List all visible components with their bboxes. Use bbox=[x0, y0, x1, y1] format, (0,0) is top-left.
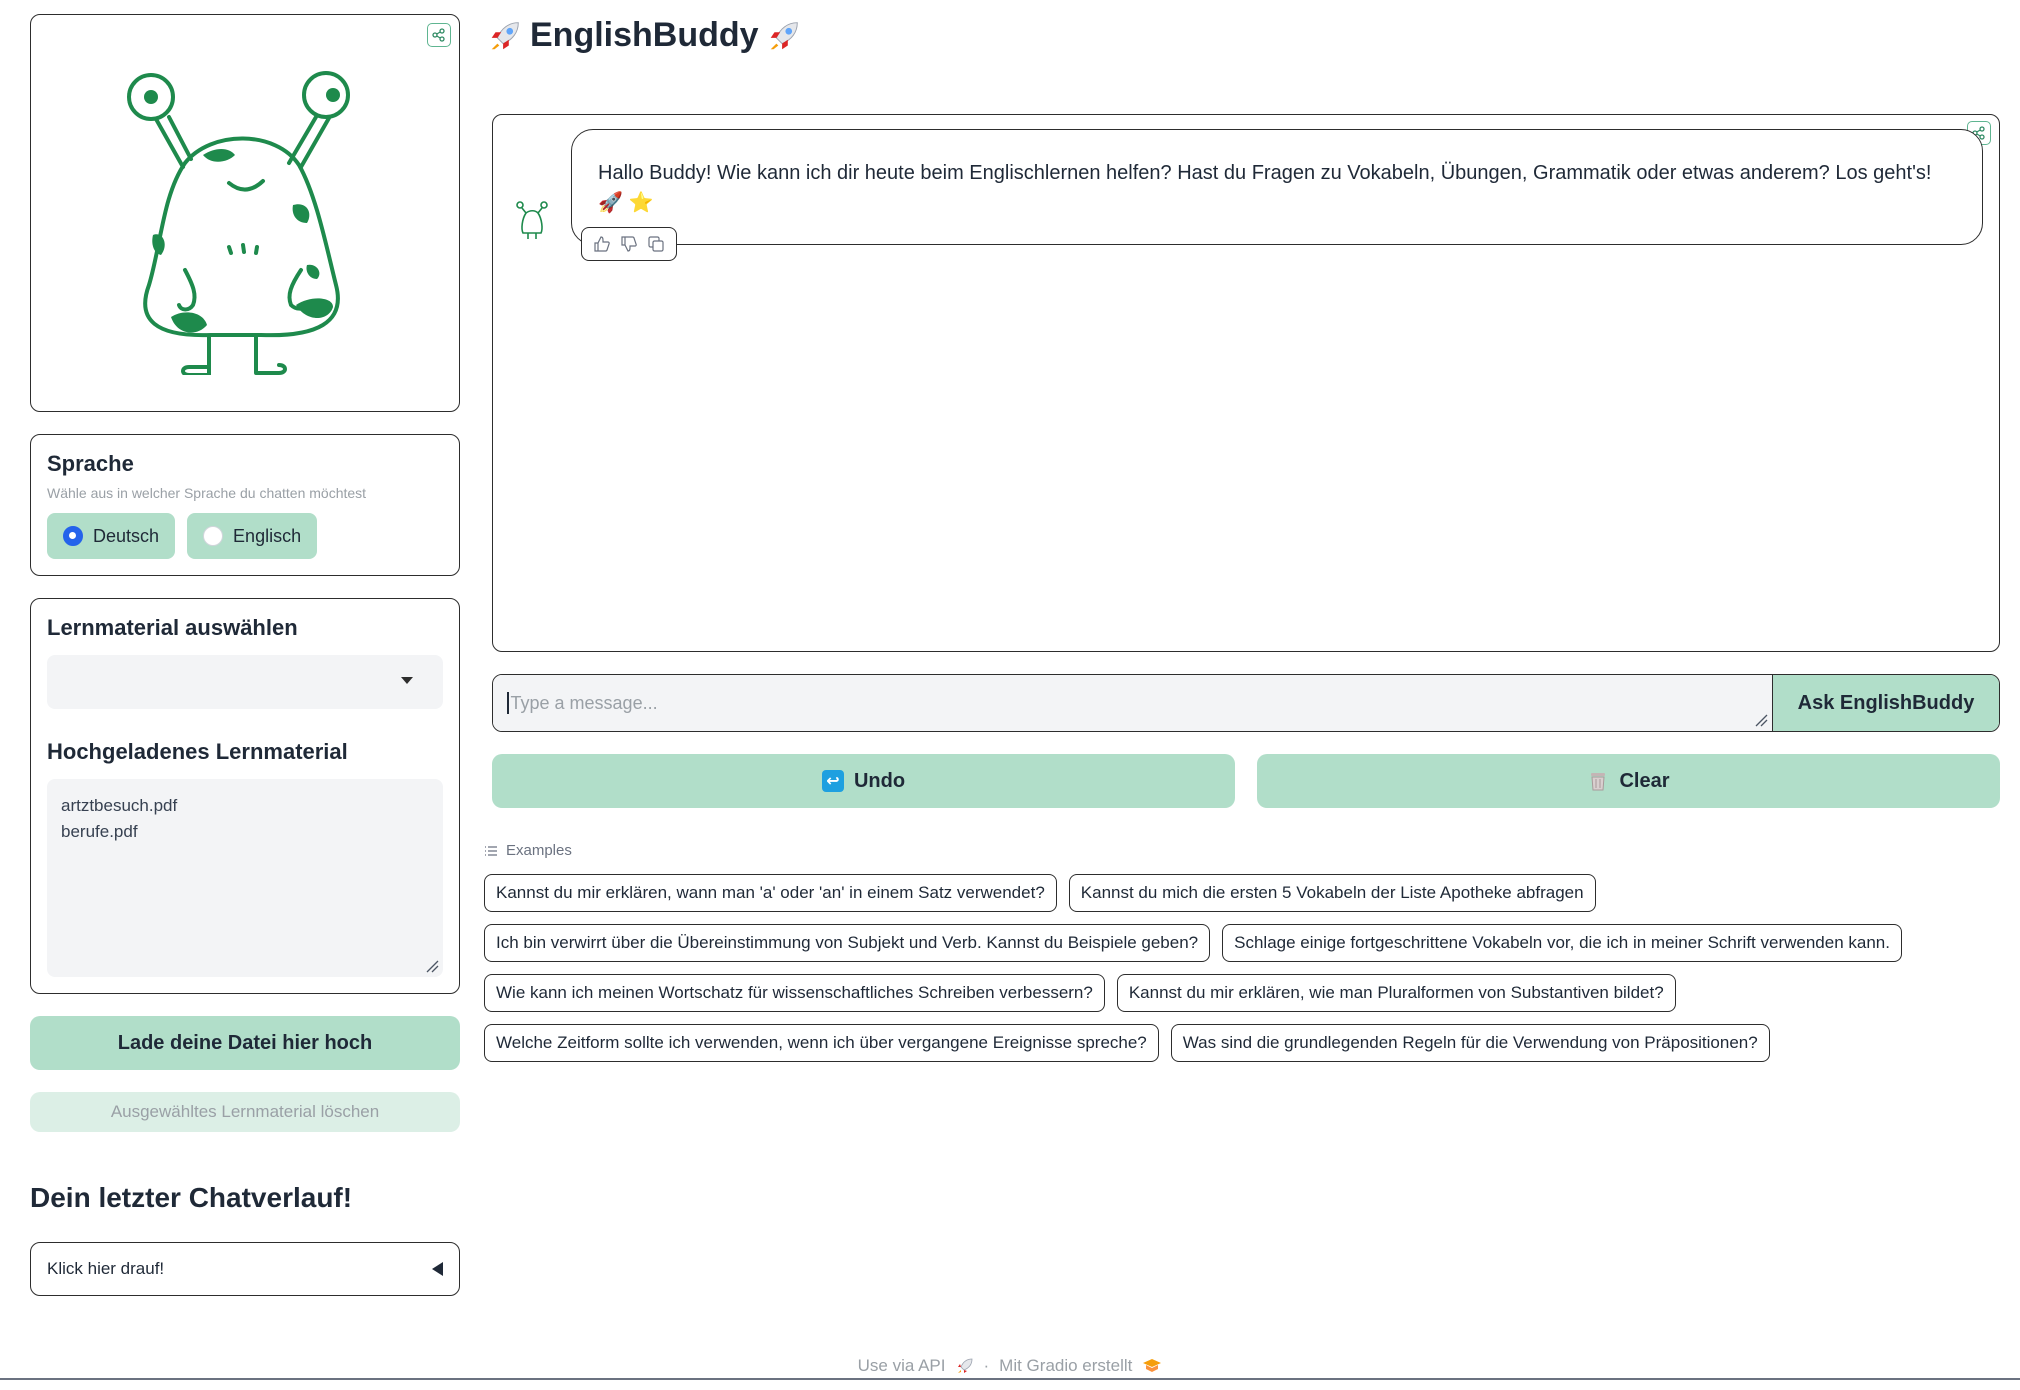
message-actions bbox=[581, 227, 677, 261]
ask-button[interactable]: Ask EnglishBuddy bbox=[1772, 675, 1999, 731]
radio-checked-icon[interactable] bbox=[63, 526, 83, 546]
text-cursor bbox=[507, 692, 509, 714]
trash-icon bbox=[1591, 773, 1606, 791]
example-button[interactable]: Was sind die grundlegenden Regeln für di… bbox=[1170, 1024, 1770, 1062]
examples-header: Examples bbox=[484, 842, 572, 859]
rocket-icon bbox=[957, 1358, 972, 1373]
bot-avatar-icon bbox=[516, 201, 548, 239]
message-input[interactable]: Type a message... bbox=[493, 675, 1772, 731]
thumbs-up-icon[interactable] bbox=[592, 234, 612, 254]
rocket-icon bbox=[491, 21, 519, 49]
uploaded-material-title: Hochgeladenes Lernmaterial bbox=[47, 739, 348, 764]
page-title: EnglishBuddy bbox=[486, 16, 803, 55]
example-button[interactable]: Wie kann ich meinen Wortschatz für wisse… bbox=[484, 974, 1105, 1012]
mascot-monster-icon bbox=[127, 71, 350, 375]
radio-label-deutsch: Deutsch bbox=[93, 525, 160, 546]
example-button[interactable]: Schlage einige fortgeschrittene Vokabeln… bbox=[1222, 924, 1902, 962]
material-panel: Lernmaterial auswählen Hochgeladenes Ler… bbox=[30, 598, 460, 994]
resize-handle-icon[interactable] bbox=[425, 959, 439, 973]
gradio-link[interactable]: Mit Gradio erstellt bbox=[999, 1356, 1132, 1376]
delete-material-button[interactable]: Ausgewähltes Lernmaterial löschen bbox=[30, 1092, 460, 1132]
bottom-divider bbox=[0, 1378, 2020, 1380]
thumbs-down-icon[interactable] bbox=[619, 234, 639, 254]
undo-label: Undo bbox=[853, 769, 906, 792]
chat-action-buttons: ↩ Undo Clear bbox=[492, 754, 2000, 808]
example-button[interactable]: Kannst du mir erklären, wann man 'a' ode… bbox=[484, 874, 1057, 912]
radio-option-deutsch[interactable]: Deutsch bbox=[47, 513, 176, 559]
footer-separator: · bbox=[983, 1356, 990, 1375]
uploaded-file-item: artztbesuch.pdf bbox=[61, 796, 178, 815]
uploaded-file-item: berufe.pdf bbox=[61, 822, 138, 841]
language-options: Deutsch Englisch bbox=[47, 513, 443, 559]
gradio-logo-icon bbox=[1143, 1359, 1162, 1372]
app-title-text: EnglishBuddy bbox=[530, 16, 759, 54]
radio-label-englisch: Englisch bbox=[233, 525, 302, 546]
material-dropdown[interactable] bbox=[47, 655, 443, 709]
resize-handle-icon[interactable] bbox=[1754, 713, 1768, 727]
chat-history-accordion[interactable]: Klick hier drauf! bbox=[30, 1242, 460, 1296]
message-input-row: Type a message... Ask EnglishBuddy bbox=[492, 674, 2000, 732]
uploaded-material-textarea[interactable]: artztbesuch.pdf berufe.pdf bbox=[47, 779, 443, 977]
caret-left-icon[interactable] bbox=[432, 1262, 443, 1276]
footer: Use via API · Mit Gradio erstellt bbox=[0, 1356, 2020, 1376]
material-select-title: Lernmaterial auswählen bbox=[47, 615, 298, 640]
share-icon[interactable] bbox=[427, 23, 451, 47]
language-info: Wähle aus in welcher Sprache du chatten … bbox=[47, 485, 367, 501]
examples-list: Kannst du mir erklären, wann man 'a' ode… bbox=[484, 874, 2014, 1062]
radio-option-englisch[interactable]: Englisch bbox=[187, 513, 318, 559]
sidebar: Sprache Wähle aus in welcher Sprache du … bbox=[30, 14, 460, 1296]
chevron-down-icon[interactable] bbox=[401, 677, 413, 684]
example-button[interactable]: Welche Zeitform sollte ich verwenden, we… bbox=[484, 1024, 1159, 1062]
clear-label: Clear bbox=[1619, 769, 1670, 792]
undo-icon: ↩ bbox=[821, 770, 844, 792]
copy-icon[interactable] bbox=[646, 234, 666, 254]
assistant-message: Hallo Buddy! Wie kann ich dir heute beim… bbox=[571, 129, 1983, 245]
radio-unchecked-icon[interactable] bbox=[203, 526, 224, 546]
language-radio-group: Sprache Wähle aus in welcher Sprache du … bbox=[30, 434, 460, 576]
examples-label: Examples bbox=[506, 842, 572, 859]
example-button[interactable]: Ich bin verwirrt über die Übereinstimmun… bbox=[484, 924, 1211, 962]
language-title: Sprache bbox=[47, 451, 134, 476]
upload-file-button[interactable]: Lade deine Datei hier hoch bbox=[30, 1016, 460, 1070]
chatbot-panel[interactable]: Hallo Buddy! Wie kann ich dir heute beim… bbox=[492, 114, 2000, 652]
undo-button[interactable]: ↩ Undo bbox=[492, 754, 1235, 808]
mascot-image-panel bbox=[30, 14, 460, 412]
example-button[interactable]: Kannst du mich die ersten 5 Vokabeln der… bbox=[1068, 874, 1596, 912]
rocket-icon bbox=[770, 21, 798, 49]
message-input-placeholder: Type a message... bbox=[510, 692, 658, 713]
clear-button[interactable]: Clear bbox=[1257, 754, 2000, 808]
accordion-label: Klick hier drauf! bbox=[47, 1259, 165, 1278]
list-icon bbox=[485, 845, 497, 856]
use-via-api-link[interactable]: Use via API bbox=[858, 1356, 946, 1376]
example-button[interactable]: Kannst du mir erklären, wie man Pluralfo… bbox=[1116, 974, 1676, 1012]
chat-history-title: Dein letzter Chatverlauf! bbox=[30, 1182, 353, 1213]
